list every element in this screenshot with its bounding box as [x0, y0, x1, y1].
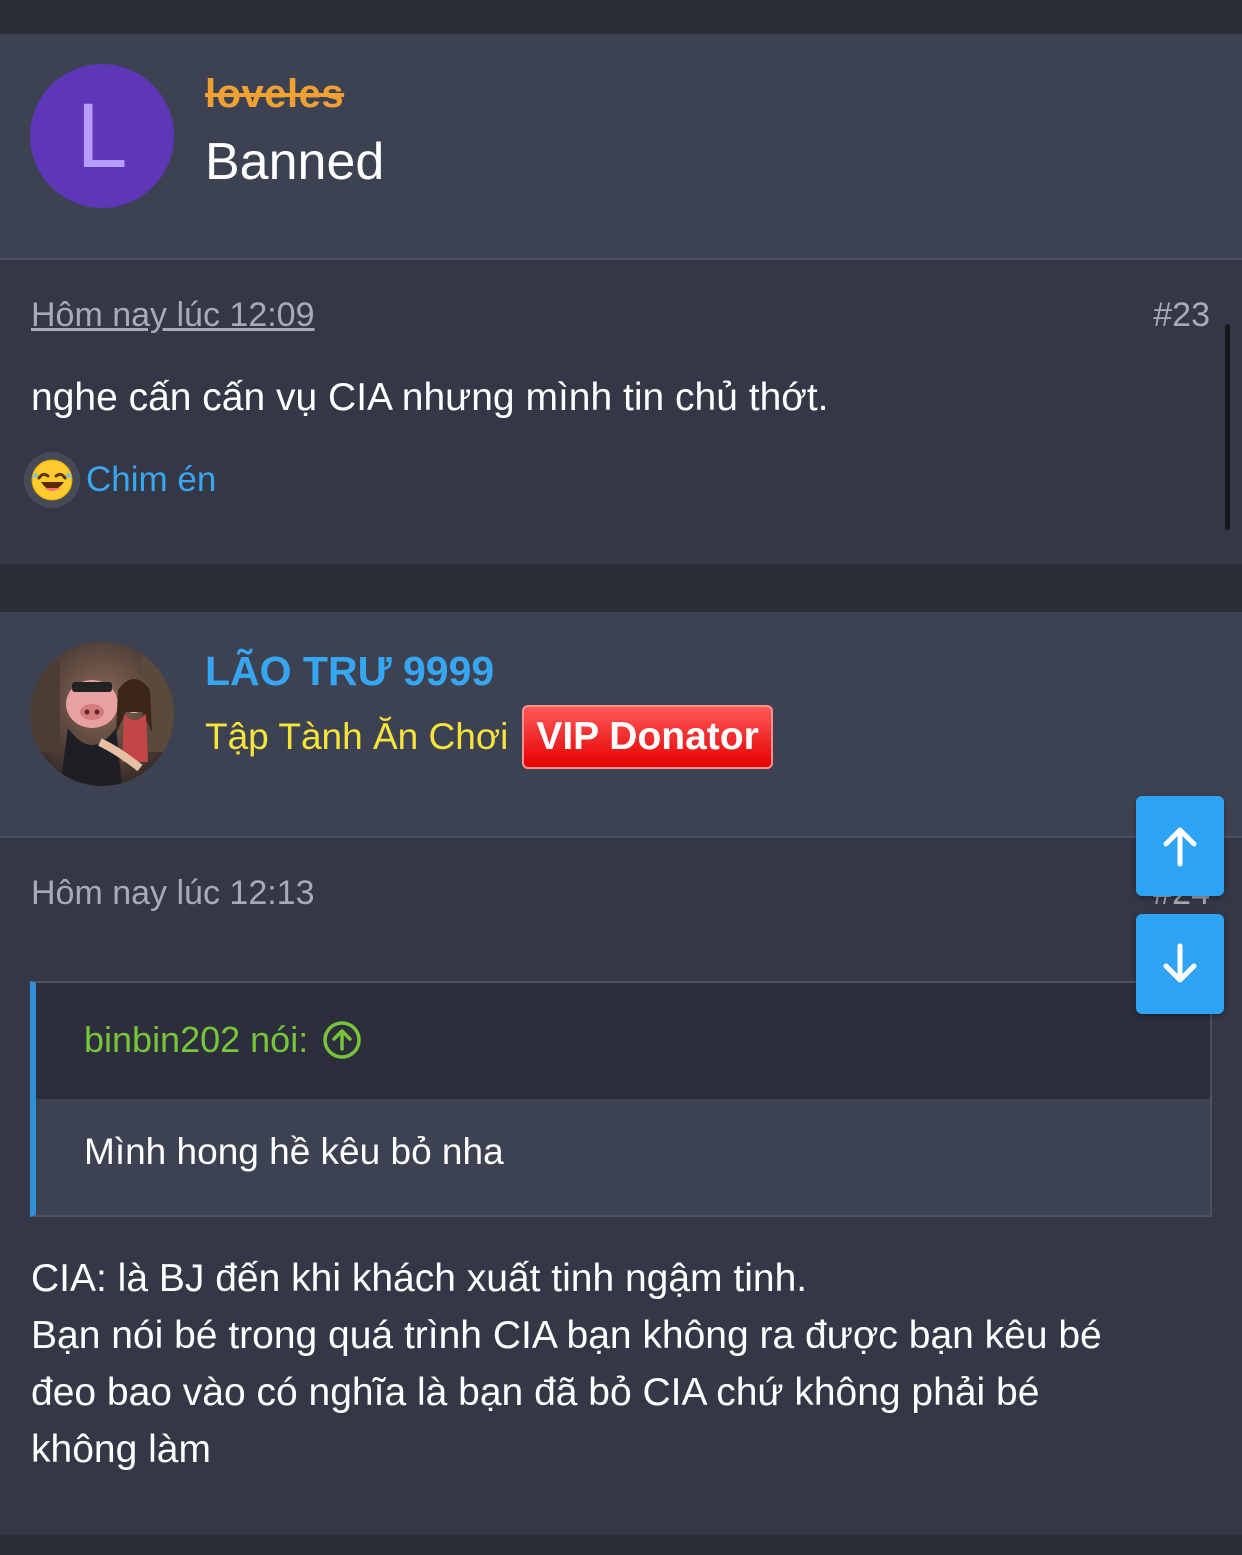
user-header: LÃO TRƯ 9999 Tập Tành Ăn Chơi VIP Donato… [0, 612, 1242, 838]
user-header: L loveles Banned [0, 34, 1242, 260]
reaction-bar[interactable]: Chim én [24, 450, 216, 510]
username[interactable]: loveles [205, 72, 344, 117]
post-message-line: không làm [31, 1428, 211, 1471]
post-timestamp[interactable]: Hôm nay lúc 12:09 [31, 296, 315, 335]
avatar[interactable] [30, 642, 174, 786]
arrow-up-icon [1163, 827, 1197, 867]
post-message: CIA: là BJ đến khi khách xuất tinh ngậm … [31, 1250, 1201, 1478]
post-timestamp[interactable]: Hôm nay lúc 12:13 [31, 874, 315, 913]
quote-header: binbin202 nói: [36, 983, 1210, 1099]
quote-block: binbin202 nói: Mình hong hề kêu bỏ nha [30, 981, 1212, 1217]
post-message: nghe cấn cấn vụ CIA nhưng mình tin chủ t… [31, 376, 829, 419]
user-title: Banned [205, 133, 385, 191]
user-rank-row: Tập Tành Ăn Chơi VIP Donator [205, 700, 773, 774]
post-number[interactable]: #23 [1153, 296, 1210, 335]
post-message-line: đeo bao vào có nghĩa là bạn đã bỏ CIA ch… [31, 1371, 1040, 1414]
quote-author[interactable]: binbin202 nói: [84, 1019, 362, 1061]
vip-badge: VIP Donator [522, 705, 773, 769]
scroll-up-button[interactable] [1136, 796, 1224, 896]
scroll-down-button[interactable] [1136, 914, 1224, 1014]
post-23: L loveles Banned Hôm nay lúc 12:09 #23 n… [0, 34, 1242, 564]
reaction-label[interactable]: Chim én [86, 460, 216, 500]
quote-text: Mình hong hề kêu bỏ nha [84, 1131, 504, 1172]
user-rank: Tập Tành Ăn Chơi [205, 716, 509, 757]
arrow-up-circle-icon[interactable] [322, 1020, 362, 1060]
username[interactable]: LÃO TRƯ 9999 [205, 648, 494, 695]
arrow-down-icon [1163, 943, 1197, 983]
laughing-face-icon [24, 452, 80, 508]
post-message-line: CIA: là BJ đến khi khách xuất tinh ngậm … [31, 1257, 808, 1300]
post-24: LÃO TRƯ 9999 Tập Tành Ăn Chơi VIP Donato… [0, 612, 1242, 1535]
scrollbar[interactable] [1225, 324, 1230, 530]
avatar[interactable]: L [30, 64, 174, 208]
quote-author-label[interactable]: binbin202 nói: [84, 1019, 308, 1061]
post-message-line: Bạn nói bé trong quá trình CIA bạn không… [31, 1314, 1102, 1357]
